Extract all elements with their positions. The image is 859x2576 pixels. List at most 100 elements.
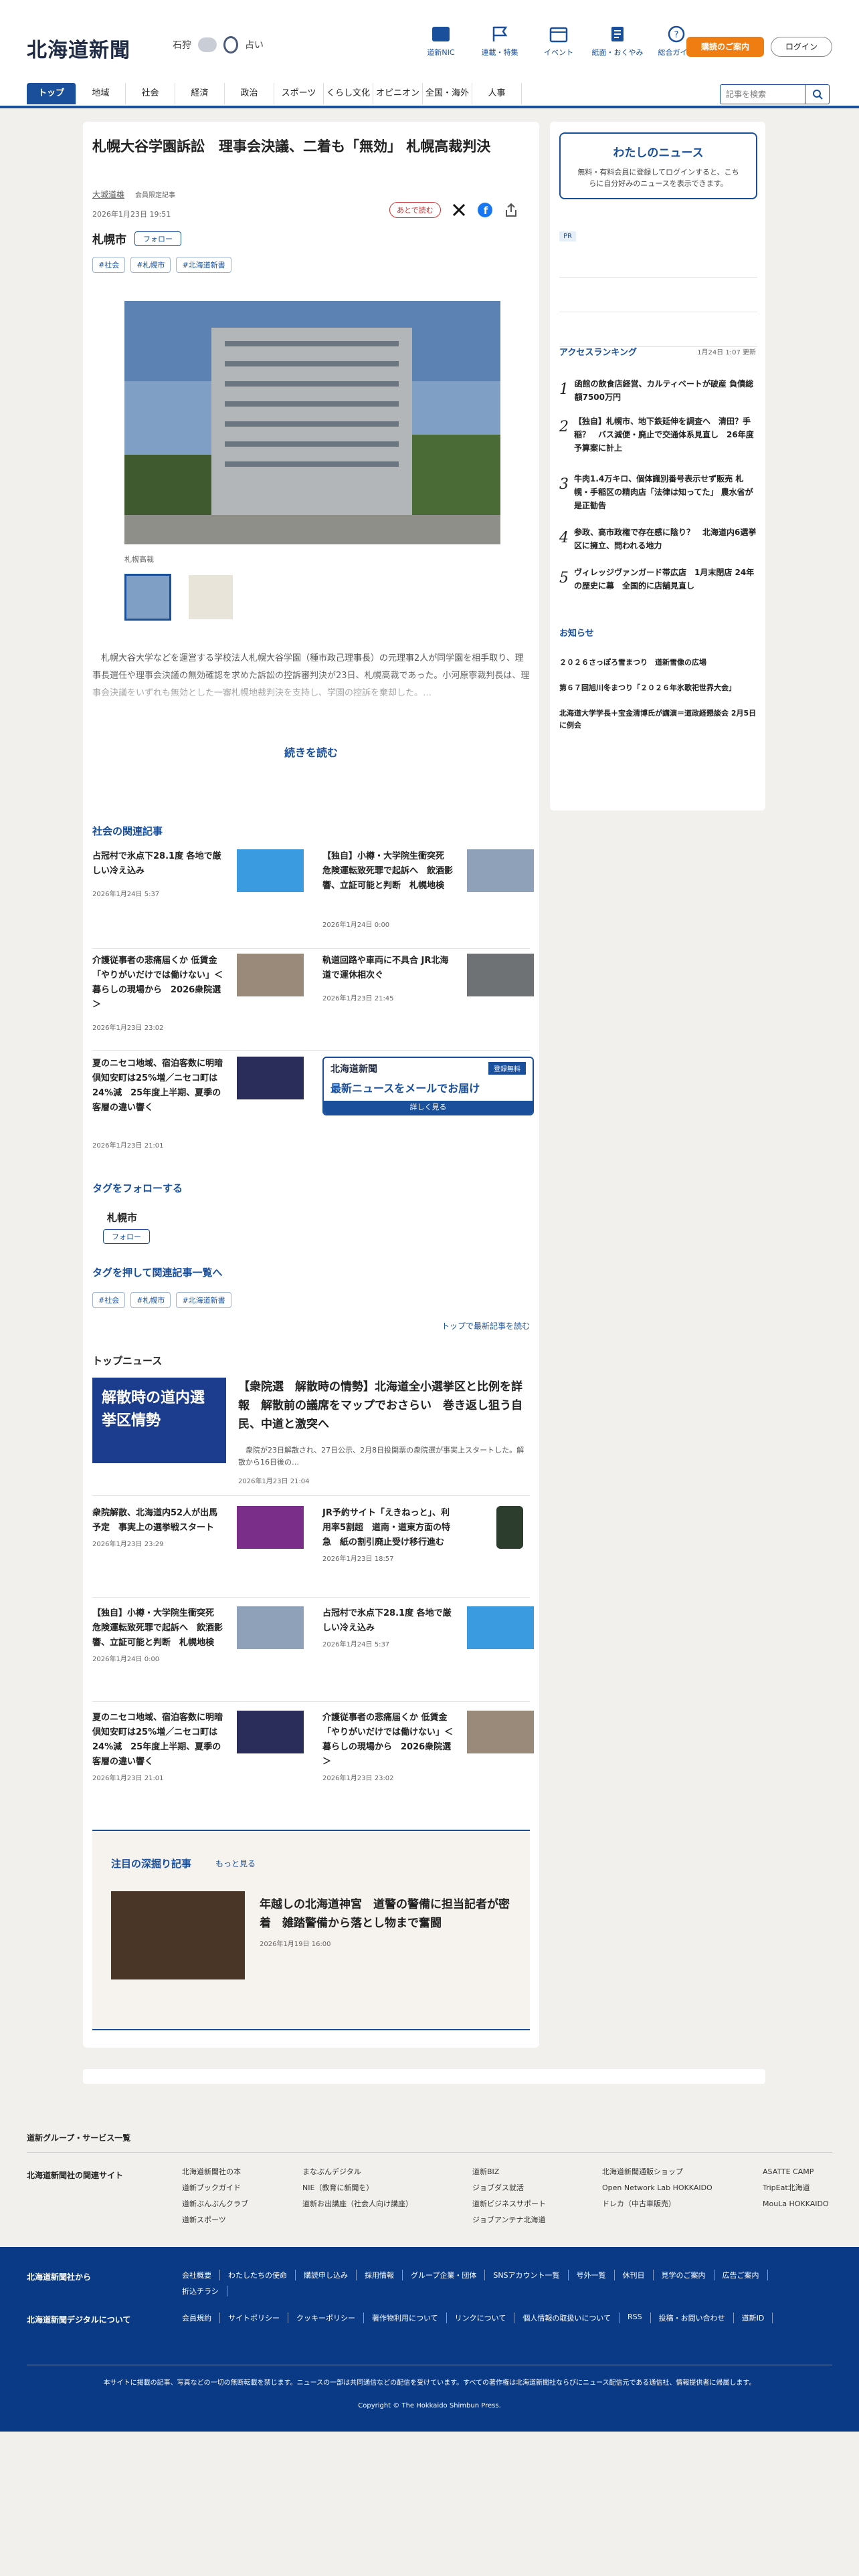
related-site-link[interactable]: TripEat北海道 [763,2180,829,2196]
search-button[interactable] [805,85,829,104]
nav-tab-region[interactable]: 地域 [76,83,126,104]
deep-dive-image[interactable] [111,1891,245,1979]
company-link[interactable]: グループ企業・団体 [403,2270,486,2280]
article-photo[interactable] [124,301,500,544]
related-site-link[interactable]: 北海道新聞社の本 [182,2164,248,2180]
group-services-label[interactable]: 道新グループ・サービス一覧 [27,2132,130,2143]
login-button[interactable]: ログイン [771,37,832,57]
related-site-link[interactable]: Open Network Lab HOKKAIDO [602,2180,712,2196]
related-site-link[interactable]: 道新BIZ [472,2164,546,2180]
related-site-link[interactable]: ジョブダス就活 [472,2180,546,2196]
read-more-link[interactable]: 続きを読む [83,744,539,760]
nav-tab-culture[interactable]: くらし文化 [324,83,373,104]
related-site-link[interactable]: MouLa HOKKAIDO [763,2196,829,2212]
company-link[interactable]: 号外一覧 [569,2270,615,2280]
x-share-icon[interactable] [452,203,466,217]
nav-tab-society[interactable]: 社会 [126,83,175,104]
digital-link[interactable]: RSS [619,2313,651,2323]
nav-tab-world[interactable]: 全国・海外 [423,83,472,104]
related-site-link[interactable]: 道新ビジネスサポート [472,2196,546,2212]
nav-icon-event[interactable]: イベント [529,25,588,58]
follow-tag-button[interactable]: フォロー [103,1229,150,1244]
related-site-link[interactable]: 道新ブックガイド [182,2180,248,2196]
thumbnail-1[interactable] [124,574,171,621]
share-icon[interactable] [504,203,518,217]
top-news-item[interactable]: JR予約サイト「えきねっと」、利用率5割超 道南・道東方面の特急 紙の割引廃止受… [322,1506,537,1563]
ranking-item[interactable]: 2 【独自】札幌市、地下鉄延伸を調査へ 清田？手稲？ バス減便・廃止で交通体系見直… [559,415,757,455]
top-news-item[interactable]: 夏のニセコ地域、宿泊客数に明暗 倶知安町は25%増／ニセコ町は24%減 25年度… [92,1711,306,1782]
subscribe-button[interactable]: 購読のご案内 [686,37,764,57]
company-link[interactable]: SNSアカウント一覧 [485,2270,569,2280]
ranking-item[interactable]: 1 函館の飲食店経営、カルティベートが破産 負債総額7500万円 [559,377,757,404]
company-link[interactable]: 購読申し込み [296,2270,357,2280]
ranking-item[interactable]: 4 参政、高市政権で存在感に陰り？ 北海道内6選挙区に擁立、問われる地力 [559,526,757,552]
newsletter-ad[interactable]: 北海道新聞 登録無料 最新ニュースをメールでお届け 詳しく見る [322,1057,534,1115]
related-site-link[interactable]: ジョブアンテナ北海道 [472,2212,546,2228]
nav-tab-personnel[interactable]: 人事 [472,83,522,104]
tag-sapporo[interactable]: #札幌市 [130,257,171,273]
thumbnail-2[interactable] [187,574,234,621]
search-input[interactable] [721,85,803,104]
nav-tab-top[interactable]: トップ [27,83,76,104]
notice-title[interactable]: お知らせ [559,626,594,639]
my-news-box[interactable]: わたしのニュース 無料・有料会員に登録してログインすると、こちらに自分好みのニュ… [559,132,757,199]
ranking-item[interactable]: 3 牛肉1.4万キロ、個体識別番号表示せず販売 札幌・手稲区の精肉店「法律は知って… [559,472,757,512]
ranking-title[interactable]: アクセスランキング [559,345,637,358]
nav-icon-nic[interactable]: 道新NIC [411,25,470,58]
nav-tab-politics[interactable]: 政治 [225,83,274,104]
notice-item[interactable]: ２０２６さっぽろ雪まつり 道新雪像の広場 [559,657,757,669]
tag-society[interactable]: #社会 [92,1292,126,1308]
related-site-link[interactable]: ASATTE CAMP [763,2164,829,2180]
facebook-share-icon[interactable]: f [477,202,493,218]
company-link[interactable]: わたしたちの使命 [220,2270,296,2280]
nav-icon-series[interactable]: 連載・特集 [470,25,529,58]
digital-link[interactable]: 著作物利用について [364,2313,447,2323]
nav-tab-economy[interactable]: 経済 [175,83,225,104]
ranking-item[interactable]: 5 ヴィレッジヴァンガード帯広店 1月末閉店 24年の歴史に幕 全国的に店舗見直し [559,566,757,593]
related-site-link[interactable]: NIE（教育に新聞を） [302,2180,413,2196]
related-site-link[interactable]: 北海道新聞通販ショップ [602,2164,712,2180]
notice-item[interactable]: 北海道大学学長＋宝金清博氏が講演＝道政経懇談会 2月5日に例会 [559,708,757,732]
nav-icon-paper[interactable]: 紙面・おくやみ [588,25,647,58]
company-link[interactable]: 採用情報 [357,2270,403,2280]
tag-book[interactable]: #北海道新書 [176,1292,231,1308]
deep-dive-title[interactable]: 年越しの北海道神宮 道警の警備に担当記者が密着 雑踏警備から落とし物まで奮闘 [260,1895,514,1933]
related-item[interactable]: 介護従事者の悲痛届くか 低賃金「やりがいだけでは働けない」＜暮らしの現場から 2… [92,954,306,1041]
related-item[interactable]: 軌道回路や車両に不具合 JR北海道で運休相次ぐ 2026年1月23日 21:45 [322,954,537,1041]
company-link[interactable]: 広告ご案内 [714,2270,768,2280]
digital-link[interactable]: リンクについて [447,2313,515,2323]
tag-book[interactable]: #北海道新書 [176,257,231,273]
related-item[interactable]: 【独自】小樽・大学院生衝突死 危険運転致死罪で起訴へ 飲酒影響、立証可能と判断 … [322,849,537,936]
company-link[interactable]: 折込チラシ [174,2286,227,2296]
top-news-item[interactable]: 衆院解散、北海道内52人が出馬予定 事実上の選挙戦スタート 2026年1月23日… [92,1506,306,1549]
follow-button[interactable]: フォロー [134,231,181,246]
company-link[interactable]: 休刊日 [615,2270,654,2280]
company-link[interactable]: 見学のご案内 [654,2270,714,2280]
related-site-link[interactable]: まなぶんデジタル [302,2164,413,2180]
related-site-link[interactable]: 道新ぶんぶんクラブ [182,2196,248,2212]
digital-link[interactable]: 個人情報の取扱いについて [514,2313,620,2323]
top-news-item[interactable]: 占冠村で氷点下28.1度 各地で厳しい冷え込み 2026年1月24日 5:37 [322,1606,537,1649]
digital-link[interactable]: 投稿・お問い合わせ [651,2313,734,2323]
digital-link[interactable]: クッキーポリシー [288,2313,364,2323]
read-later-button[interactable]: あとで読む [389,202,441,218]
related-site-link[interactable]: ドレカ（中古車販売） [602,2196,712,2212]
related-site-link[interactable]: 道新お出講座（社会人向け講座） [302,2196,413,2212]
top-news-item[interactable]: 介護従事者の悲痛届くか 低賃金「やりがいだけでは働けない」＜暮らしの現場から 2… [322,1711,537,1782]
company-link[interactable]: 会社概要 [174,2270,220,2280]
digital-link[interactable]: 道新ID [734,2313,773,2323]
to-top-link[interactable]: トップで最新記事を読む [442,1320,530,1331]
nav-tab-opinion[interactable]: オピニオン [373,83,423,104]
weather-widget[interactable]: 石狩 占い [173,36,264,53]
author-link[interactable]: 大城道雄 [92,189,124,200]
top-news-item[interactable]: 【独自】小樽・大学院生衝突死 危険運転致死罪で起訴へ 飲酒影響、立証可能と判断 … [92,1606,306,1663]
ad-button[interactable]: 詳しく見る [324,1101,533,1114]
site-logo[interactable]: 北海道新聞 [27,33,130,63]
related-item[interactable]: 占冠村で氷点下28.1度 各地で厳しい冷え込み 2026年1月24日 5:37 [92,849,306,936]
tag-society[interactable]: #社会 [92,257,126,273]
tag-sapporo[interactable]: #札幌市 [130,1292,171,1308]
notice-item[interactable]: 第６７回旭川冬まつり「２０２６年氷歌祀世界大会」 [559,682,757,694]
deep-dive-more-link[interactable]: もっと見る [215,1858,256,1869]
digital-link[interactable]: 会員規約 [174,2313,220,2323]
nav-tab-sports[interactable]: スポーツ [274,83,324,104]
